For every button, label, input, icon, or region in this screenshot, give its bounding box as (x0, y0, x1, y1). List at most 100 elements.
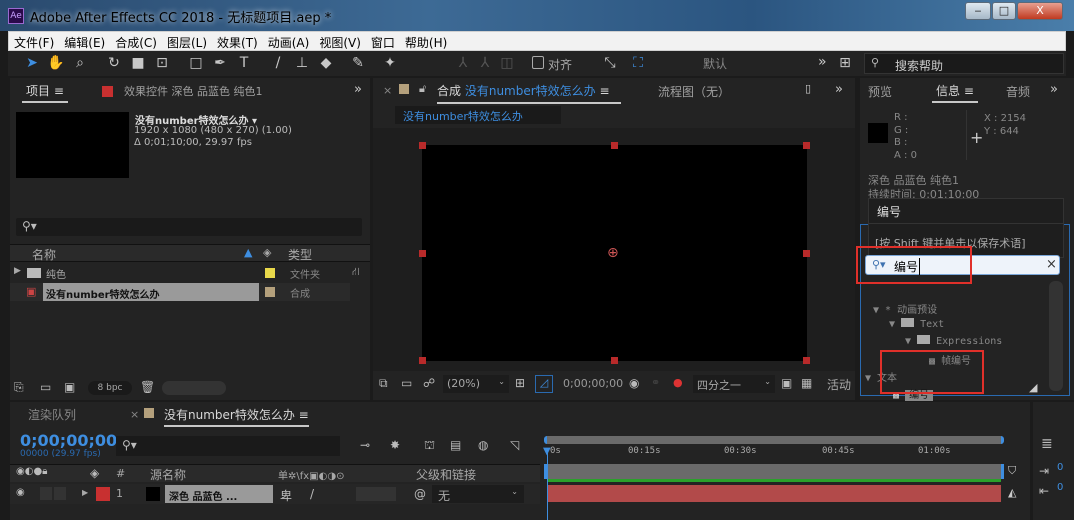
viewer-area[interactable]: ⊕ (373, 128, 855, 371)
motion-blur-icon[interactable]: ◍ (478, 438, 488, 452)
snapshot-icon[interactable]: ◉ (629, 376, 639, 390)
pan-behind-tool-icon[interactable]: ⊡ (152, 55, 172, 71)
tab-info[interactable]: 信息 ≡ (932, 82, 978, 103)
draft-3d-icon[interactable]: ✸ (390, 438, 400, 452)
transform-handle[interactable] (419, 142, 426, 149)
minimize-button[interactable]: ‒ (965, 2, 991, 20)
transparency-grid-icon[interactable]: ▦ (801, 376, 812, 390)
resolution-dropdown[interactable]: 四分之一 ⌄ (693, 375, 775, 393)
clone-stamp-tool-icon[interactable]: ⊥ (292, 55, 312, 71)
menu-effect[interactable]: 效果(T) (212, 32, 263, 53)
transform-handle[interactable] (803, 357, 810, 364)
tree-item-animation-presets[interactable]: ▼ * 动画预设 (873, 301, 1043, 318)
new-composition-icon[interactable]: ▣ (64, 380, 75, 394)
transform-handle[interactable] (419, 357, 426, 364)
label-tag-icon[interactable]: ◈ (263, 246, 271, 259)
time-ruler[interactable]: 0s 00:15s 00:30s 00:45s 01:00s (546, 446, 1006, 462)
selection-tool-icon[interactable]: ➤ (22, 55, 42, 71)
flowchart-icon[interactable]: ⛙ (352, 265, 360, 280)
pick-whip-icon[interactable]: @ (414, 487, 426, 501)
comp-mini-flowchart-icon[interactable]: ⊸ (360, 438, 370, 452)
col-type[interactable]: 类型 (288, 246, 312, 263)
hand-tool-icon[interactable]: ✋ (46, 55, 66, 71)
effects-scrollbar[interactable] (1049, 281, 1063, 391)
tab-preview[interactable]: 预览 (868, 83, 892, 100)
tab-timeline-comp[interactable]: 没有number特效怎么办 ≡ (164, 406, 309, 427)
transform-handle[interactable] (803, 250, 810, 257)
transform-handle[interactable] (803, 142, 810, 149)
col-name[interactable]: 名称 (32, 246, 56, 263)
panel-more-icon[interactable]: » (354, 82, 362, 97)
comp-breadcrumb[interactable]: 没有number特效怎么办 (395, 106, 561, 124)
snap-grid-icon[interactable]: ⛶ (628, 55, 648, 71)
resize-corner-icon[interactable]: ◢ (1029, 381, 1037, 394)
layer-label-color[interactable] (96, 487, 110, 501)
region-of-interest-icon[interactable]: ▣ (781, 376, 792, 390)
tab-effect-controls[interactable]: 效果控件 深色 品蓝色 纯色1 (124, 83, 263, 99)
close-button[interactable]: X (1017, 2, 1063, 20)
col-source-name[interactable]: 源名称 (150, 466, 186, 483)
menu-edit[interactable]: 编辑(E) (59, 32, 110, 53)
tab-audio[interactable]: 音频 (1006, 83, 1030, 100)
label-color-sandstone[interactable] (265, 287, 275, 297)
menu-layer[interactable]: 图层(L) (162, 32, 212, 53)
rotate-tool-icon[interactable]: ↻ (104, 55, 124, 71)
tab-project[interactable]: 项目 ≡ (22, 82, 68, 103)
transform-handle[interactable] (611, 357, 618, 364)
channel-icon[interactable]: ● (673, 376, 683, 389)
col-parent[interactable]: 父级和链接 (416, 466, 476, 483)
solo-toggle[interactable] (54, 487, 66, 500)
layer-name[interactable]: 深色 品蓝色 ... (165, 485, 273, 503)
col-switches[interactable]: 单✲\fx▣◐◑⊙ (278, 467, 344, 482)
text-tool-icon[interactable]: T (234, 55, 254, 71)
playhead[interactable] (547, 448, 548, 520)
view-axis-icon[interactable]: ◫ (497, 55, 517, 71)
camera-tool-icon[interactable]: ■ (128, 55, 148, 71)
expand-layer-icon[interactable]: ▶ (82, 488, 88, 497)
brush-tool-icon[interactable]: / (268, 55, 288, 71)
world-axis-icon[interactable]: ⅄ (475, 55, 495, 71)
show-snapshot-icon[interactable]: ⚭ (651, 376, 660, 389)
current-time[interactable]: 0;00;00;00 (563, 377, 623, 390)
comp-marker-bin-icon[interactable]: ⛉ (1008, 464, 1016, 478)
active-camera-dropdown[interactable]: 活动 (827, 376, 851, 393)
layer-row[interactable]: ◉ ▶ 1 深色 品蓝色 ... 卑 / @ 无 ⌄ (10, 484, 540, 504)
clear-search-icon[interactable]: × (1046, 257, 1057, 272)
work-area-bar[interactable] (544, 436, 1004, 444)
graph-editor-icon[interactable]: ◹ (510, 438, 519, 452)
local-axis-icon[interactable]: ⅄ (453, 55, 473, 71)
timeline-search-input[interactable]: ⚲▾ (116, 436, 340, 456)
mask-path-toggle-icon[interactable]: ◿ (535, 375, 553, 393)
snap-checkbox[interactable] (532, 56, 544, 69)
project-item-comp[interactable]: ▣ 没有number特效怎么办 合成 (10, 283, 350, 301)
shy-layers-icon[interactable]: ⛫ (424, 438, 435, 454)
panel-more-icon[interactable]: » (1050, 82, 1058, 97)
maximize-button[interactable]: □ (992, 2, 1016, 20)
col-number[interactable]: # (116, 467, 125, 480)
project-scrollbar[interactable] (162, 381, 226, 395)
roto-brush-tool-icon[interactable]: ✎ (348, 55, 368, 71)
eraser-tool-icon[interactable]: ◆ (316, 55, 336, 71)
menu-composition[interactable]: 合成(C) (110, 32, 162, 53)
delete-icon[interactable]: 🗑 (140, 380, 155, 394)
layer-marker-icon[interactable]: ◭ (1008, 486, 1016, 499)
expand-arrow-icon[interactable]: ▶ (14, 266, 21, 276)
av-features-icon[interactable]: ◉◐●🔒︎ (16, 466, 48, 477)
menu-view[interactable]: 视图(V) (314, 32, 366, 53)
mask-visibility-icon[interactable]: ☍ (423, 376, 435, 390)
spacing-icon[interactable]: ⇤ (1039, 484, 1049, 498)
indent-icon[interactable]: ⇥ (1039, 464, 1049, 478)
timeline-current-time[interactable]: 0;00;00;00 (20, 431, 117, 450)
close-tab-icon[interactable]: × (383, 84, 392, 97)
audio-toggle[interactable] (40, 487, 52, 500)
align-menu-icon[interactable]: ≣ (1041, 436, 1053, 452)
sort-ascending-icon[interactable]: ▲ (244, 246, 252, 259)
tab-composition[interactable]: 合成 没有number特效怎么办 ≡ (437, 82, 621, 104)
suggestion-term[interactable]: 编号 (877, 203, 901, 220)
menu-file[interactable]: 文件(F) (9, 32, 59, 53)
shy-switch[interactable]: 卑 (280, 487, 292, 504)
pen-tool-icon[interactable]: ✒ (210, 55, 230, 71)
label-tag-icon[interactable]: ◈ (90, 466, 99, 480)
transform-handle[interactable] (611, 142, 618, 149)
tab-flowchart[interactable]: 流程图（无） (658, 83, 730, 100)
